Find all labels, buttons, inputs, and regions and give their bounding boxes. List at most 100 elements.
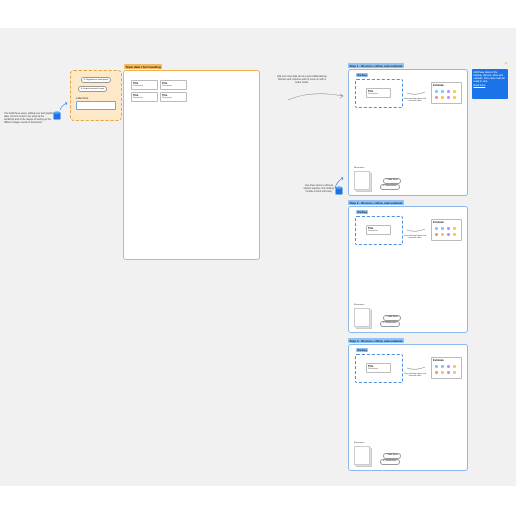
estimate-label: Estimate — [433, 220, 444, 224]
card-desc: Description — [368, 367, 379, 370]
hypothesis-button-label: Hypothesis workspace — [86, 79, 109, 81]
mid-note: Drag and drop ideas and estimate effort — [403, 373, 426, 378]
lower-note: Use these items to discuss options toget… — [303, 184, 335, 193]
card-desc: Description — [162, 84, 173, 87]
estimate-dot[interactable] — [447, 233, 450, 236]
add-ideas-label: Add Ideas — [388, 179, 399, 181]
stack-label: Resources — [354, 442, 365, 444]
resource-stack[interactable] — [354, 171, 370, 190]
sticky-text: Add these ideas to the backlog, discuss,… — [473, 70, 505, 83]
estimate-dot[interactable] — [435, 96, 438, 99]
estimate-dot[interactable] — [435, 371, 438, 374]
workspace-tag: Team data / Sort backlog — [124, 64, 163, 69]
input-label: Label here — [76, 97, 89, 100]
estimate-dot[interactable] — [435, 90, 438, 93]
step-frame[interactable]: Backlog Title Description Drag and drop … — [348, 69, 468, 196]
mid-note: Drag and drop ideas and estimate effort — [403, 98, 426, 103]
database-icon — [335, 186, 343, 195]
summarize-label: Summarize — [385, 185, 397, 187]
card-desc: Description — [368, 92, 379, 95]
add-ideas-button[interactable]: ✎ Add Ideas — [383, 315, 402, 321]
estimate-dot[interactable] — [441, 90, 444, 93]
workspace-card[interactable]: Title Description — [160, 80, 187, 90]
estimate-dot[interactable] — [441, 227, 444, 230]
estimate-dot[interactable] — [453, 90, 456, 93]
card-desc: Description — [162, 96, 173, 99]
backlog-group-tag: Backlog — [356, 210, 369, 214]
add-ideas-label: Add Ideas — [388, 316, 399, 318]
hypothesis-button[interactable]: ✚ Hypothesis workspace — [81, 77, 112, 83]
backlog-group-tag: Backlog — [356, 348, 369, 352]
controls-group: ✚ Hypothesis workspace ✚ Import research… — [70, 70, 122, 121]
backlog-group-tag: Backlog — [356, 73, 369, 77]
step-tag: Step 2 - Discuss, refine, and estimate — [348, 200, 405, 205]
stack-label: Resources — [354, 304, 365, 306]
estimate-card[interactable]: Estimate — [431, 219, 462, 241]
estimate-dot[interactable] — [453, 371, 456, 374]
whiteboard-canvas[interactable]: You build these steps, adding new and gr… — [0, 28, 516, 486]
estimate-dot[interactable] — [441, 365, 444, 368]
backlog-group[interactable]: Title Description — [355, 354, 403, 383]
curved-arrow-icon — [59, 102, 68, 111]
estimate-dot[interactable] — [435, 233, 438, 236]
estimate-dot[interactable] — [435, 365, 438, 368]
sticky-link[interactable]: Read more — [474, 84, 507, 87]
estimate-dot[interactable] — [447, 90, 450, 93]
estimate-dot[interactable] — [447, 371, 450, 374]
curved-arrow-icon — [406, 228, 426, 232]
backlog-group[interactable]: Title Description — [355, 216, 403, 245]
estimate-dot[interactable] — [453, 233, 456, 236]
summarize-button[interactable]: ✦ Summarize — [380, 459, 400, 465]
estimate-dot[interactable] — [447, 96, 450, 99]
estimate-dot[interactable] — [447, 365, 450, 368]
card-desc: Description — [133, 96, 144, 99]
sparkle-icon: ✦ — [504, 61, 509, 67]
summarize-button[interactable]: ✦ Summarize — [380, 184, 400, 190]
import-button-label: Import research input — [83, 88, 105, 90]
backlog-card[interactable]: Title Description — [366, 225, 391, 235]
estimate-card[interactable]: Estimate — [431, 82, 462, 104]
curved-arrow-icon — [406, 366, 426, 370]
add-ideas-button[interactable]: ✎ Add Ideas — [383, 178, 402, 184]
workspace-card[interactable]: Title Description — [131, 92, 158, 102]
summarize-label: Summarize — [385, 460, 397, 462]
step-tag: Step 1 - Discuss, refine, and estimate — [348, 63, 405, 68]
import-button[interactable]: ✚ Import research input — [78, 86, 108, 92]
resource-stack[interactable] — [354, 308, 370, 327]
workspace-frame[interactable]: Title Description Title Description Titl… — [123, 70, 260, 260]
step-tag: Step 3 - Discuss, refine, and estimate — [348, 338, 405, 343]
blue-sticky-note[interactable]: Add these ideas to the backlog, discuss,… — [472, 69, 508, 99]
add-ideas-label: Add Ideas — [388, 454, 399, 456]
step-frame[interactable]: Backlog Title Description Drag and drop … — [348, 206, 468, 333]
curved-arrow-icon — [287, 93, 344, 101]
backlog-card[interactable]: Title Description — [366, 88, 391, 98]
estimate-dot[interactable] — [441, 96, 444, 99]
backlog-group[interactable]: Title Description — [355, 79, 403, 108]
workspace-card[interactable]: Title Description — [160, 92, 187, 102]
card-desc: Description — [133, 84, 144, 87]
add-ideas-button[interactable]: ✎ Add Ideas — [383, 453, 402, 459]
resource-stack[interactable] — [354, 446, 370, 465]
database-icon — [53, 111, 61, 120]
center-note: Add your input that can be used collabor… — [276, 75, 328, 84]
estimate-dot[interactable] — [453, 227, 456, 230]
summarize-label: Summarize — [385, 322, 397, 324]
card-desc: Description — [368, 229, 379, 232]
left-instruction-note: You build these steps, adding new and gr… — [4, 112, 54, 124]
summarize-button[interactable]: ✦ Summarize — [380, 321, 400, 327]
estimate-dot[interactable] — [447, 227, 450, 230]
backlog-card[interactable]: Title Description — [366, 363, 391, 373]
estimate-label: Estimate — [433, 358, 444, 362]
step-frame[interactable]: Backlog Title Description Drag and drop … — [348, 344, 468, 471]
estimate-dot[interactable] — [441, 371, 444, 374]
estimate-dot[interactable] — [441, 233, 444, 236]
estimate-dot[interactable] — [435, 227, 438, 230]
estimate-card[interactable]: Estimate — [431, 357, 462, 379]
mid-note: Drag and drop ideas and estimate effort — [403, 235, 426, 240]
label-input[interactable] — [76, 101, 116, 110]
estimate-label: Estimate — [433, 83, 444, 87]
left-note-text: You build these steps, adding new and gr… — [4, 112, 54, 124]
workspace-card[interactable]: Title Description — [131, 80, 158, 90]
estimate-dot[interactable] — [453, 96, 456, 99]
estimate-dot[interactable] — [453, 365, 456, 368]
